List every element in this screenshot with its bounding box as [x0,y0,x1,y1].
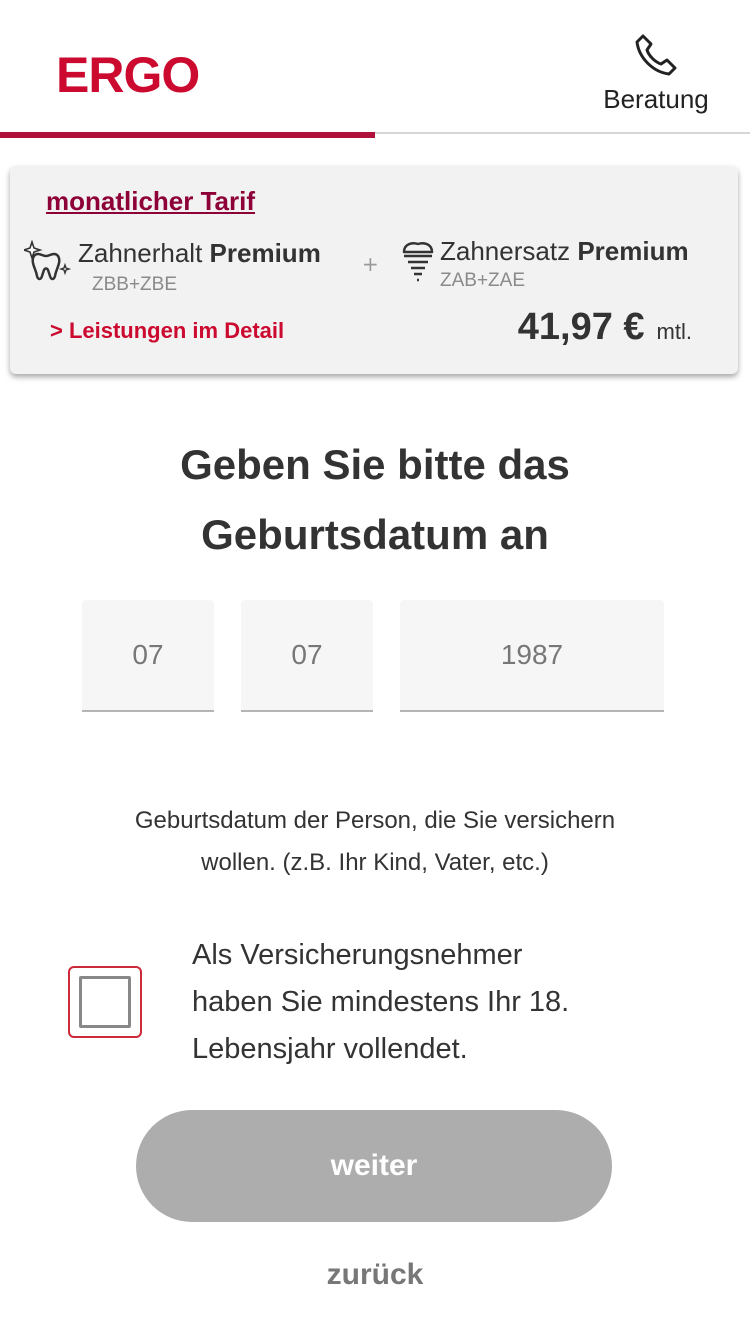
adult-confirmation-label[interactable]: Als Versicherungsnehmer haben Sie mindes… [192,932,662,1073]
consultation-button[interactable]: Beratung [594,30,718,120]
monthly-price: 41,97 € mtl. [518,306,692,349]
birth-year-input[interactable] [400,600,664,710]
product-zahnersatz: Zahnersatz Premium ZAB+ZAE [398,236,728,296]
birth-year-field[interactable] [400,600,664,712]
checkbox-square[interactable] [79,976,131,1028]
back-link[interactable]: zurück [0,1258,750,1292]
birthdate-hint: Geburtsdatum der Person, die Sie versich… [134,807,616,876]
product-name: Zahnerhalt Premium [78,238,321,268]
consultation-label: Beratung [603,84,709,114]
progress-fill [0,132,375,138]
price-period: mtl. [656,319,692,344]
next-button[interactable]: weiter [136,1110,612,1222]
tariff-summary-card: monatlicher Tarif Zahnerhalt Premium ZBB… [10,166,738,374]
birth-day-field[interactable] [82,600,214,712]
page-title: Geben Sie bitte das Geburtsdatum an [180,441,570,558]
dental-implant-icon [402,242,434,282]
benefits-detail-link[interactable]: > Leistungen im Detail [50,318,284,344]
product-code: ZBB+ZBE [92,274,177,295]
product-zahnerhalt: Zahnerhalt Premium ZBB+ZBE [24,238,354,298]
tooth-sparkle-icon [24,240,72,281]
ergo-logo[interactable]: ERGO [56,46,200,104]
phone-icon [635,34,677,76]
app-header: ERGO Beratung [0,0,750,132]
product-code: ZAB+ZAE [440,270,525,291]
birth-month-input[interactable] [241,600,373,710]
birth-day-input[interactable] [82,600,214,710]
birth-month-field[interactable] [241,600,373,712]
product-name: Zahnersatz Premium [440,236,689,266]
plus-sign: + [362,252,379,276]
monthly-tariff-link[interactable]: monatlicher Tarif [46,186,255,217]
adult-confirmation-checkbox[interactable] [68,966,142,1038]
price-amount: 41,97 € [517,306,645,348]
